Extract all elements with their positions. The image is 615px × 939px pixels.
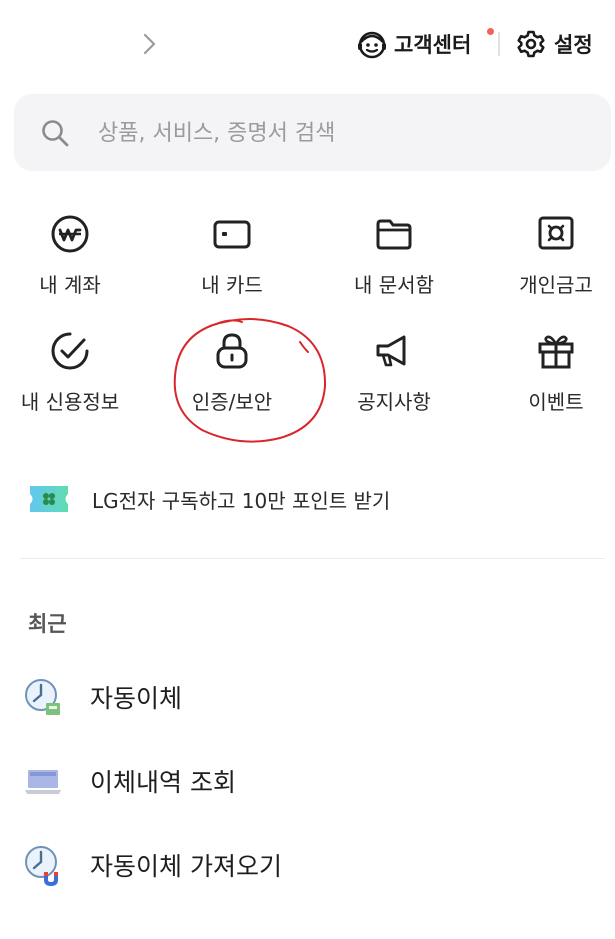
settings-label: 설정 — [554, 33, 593, 57]
menu-my-credit-info[interactable]: 내 신용정보 — [0, 331, 145, 436]
recent-item-label: 자동이체 가져오기 — [90, 852, 282, 881]
chevron-right-icon[interactable] — [138, 30, 160, 58]
menu-label: 이벤트 — [528, 390, 584, 414]
recent-item-transfer-history[interactable]: 이체내역 조회 — [24, 756, 236, 806]
annotation-circle — [173, 318, 327, 443]
card-icon — [213, 220, 251, 249]
recent-item-auto-transfer[interactable]: 자동이체 — [24, 672, 182, 722]
gear-icon — [517, 30, 545, 58]
megaphone-icon — [376, 335, 406, 367]
won-circle-icon — [51, 215, 89, 253]
menu-label: 개인금고 — [519, 273, 593, 297]
search-icon — [42, 120, 69, 147]
promo-banner[interactable]: LG전자 구독하고 10만 포인트 받기 — [28, 478, 390, 520]
recent-item-import-auto-transfer[interactable]: 자동이체 가져오기 — [24, 840, 282, 890]
settings-button[interactable]: 설정 — [516, 26, 593, 62]
menu-my-documents[interactable]: 내 문서함 — [319, 214, 469, 319]
recent-section-title: 최근 — [28, 612, 67, 636]
menu-personal-safe[interactable]: 개인금고 — [481, 214, 615, 319]
ticket-clover-icon — [30, 486, 68, 512]
recent-item-label: 이체내역 조회 — [90, 768, 236, 797]
safe-icon — [538, 216, 574, 250]
promo-text: LG전자 구독하고 10만 포인트 받기 — [92, 488, 391, 513]
customer-center-button[interactable]: 고객센터 — [356, 26, 494, 62]
top-bar: 고객센터 설정 — [0, 0, 615, 90]
clock-transfer-icon — [25, 679, 60, 715]
menu-events[interactable]: 이벤트 — [481, 331, 615, 436]
search-bar[interactable] — [14, 94, 611, 171]
check-circle-icon — [51, 332, 89, 370]
menu-my-card[interactable]: 내 카드 — [157, 214, 307, 319]
gift-icon — [538, 335, 574, 369]
header-divider — [498, 32, 500, 56]
section-divider — [20, 558, 605, 559]
menu-my-account[interactable]: 내 계좌 — [0, 214, 145, 319]
search-input[interactable] — [96, 112, 580, 154]
customer-face-icon — [358, 31, 386, 59]
folder-icon — [376, 219, 412, 250]
customer-center-label: 고객센터 — [394, 33, 472, 57]
recent-item-label: 자동이체 — [90, 684, 183, 713]
notification-dot — [487, 28, 494, 35]
clock-magnet-icon — [25, 846, 58, 886]
menu-notices[interactable]: 공지사항 — [319, 331, 469, 436]
laptop-icon — [25, 770, 61, 794]
